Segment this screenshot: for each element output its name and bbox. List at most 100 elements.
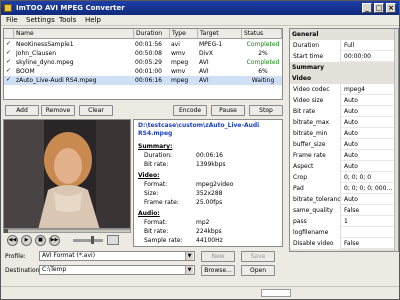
property-row[interactable]: Bit rate Auto bbox=[290, 106, 396, 117]
row-checkbox[interactable]: ✓ bbox=[6, 59, 12, 65]
header-type[interactable]: Type bbox=[170, 29, 198, 39]
property-row[interactable]: bitrate_tolerance Auto bbox=[290, 194, 396, 205]
volume-slider[interactable] bbox=[73, 236, 103, 244]
header-status[interactable]: Status bbox=[242, 29, 282, 39]
property-row[interactable]: logfilename bbox=[290, 227, 396, 238]
property-key: same_quality bbox=[290, 205, 341, 216]
section-title: Audio bbox=[290, 249, 396, 251]
profile-select[interactable]: AVI Format (*.avi) ▼ bbox=[39, 251, 195, 261]
property-value[interactable]: Auto bbox=[342, 117, 396, 128]
property-row[interactable]: bitrate_max Auto bbox=[290, 117, 396, 128]
property-key: bitrate_min bbox=[290, 128, 341, 139]
property-value[interactable]: 0; 0; 0; 0 bbox=[342, 172, 396, 183]
property-value[interactable]: Auto bbox=[342, 161, 396, 172]
properties-panel[interactable]: General Duration Full Start time 00:00:00 Sum… bbox=[289, 28, 399, 252]
table-row[interactable]: ✓ John_Clausen 00:50:08 wmv DivX 2% bbox=[4, 49, 282, 58]
chevron-down-icon[interactable]: ▼ bbox=[185, 252, 193, 260]
play-icon[interactable]: ▶ bbox=[21, 235, 32, 246]
property-row[interactable]: Duration Full bbox=[290, 40, 396, 51]
seek-bar[interactable] bbox=[3, 229, 131, 233]
destination-value: C:\Temp bbox=[42, 266, 67, 273]
stop-button[interactable]: Stop bbox=[249, 105, 283, 116]
volume-handle[interactable] bbox=[91, 236, 94, 244]
audio-samplerate-label: Sample rate: bbox=[144, 237, 183, 244]
property-row[interactable]: Video codec mpeg4 bbox=[290, 84, 396, 95]
row-type: wmv bbox=[171, 50, 186, 57]
minimize-icon[interactable]: _ bbox=[362, 3, 372, 13]
property-section[interactable]: Video bbox=[290, 73, 396, 84]
property-row[interactable]: Start time 00:00:00 bbox=[290, 51, 396, 62]
property-row[interactable]: bitrate_min Auto bbox=[290, 128, 396, 139]
property-row[interactable]: Pad 0; 0; 0; 0; 000... bbox=[290, 183, 396, 194]
property-value[interactable]: Auto bbox=[342, 106, 396, 117]
row-checkbox[interactable]: ✓ bbox=[6, 50, 12, 56]
property-row[interactable]: buffer_size Auto bbox=[290, 139, 396, 150]
properties-scrollbar[interactable] bbox=[394, 29, 398, 251]
add-button[interactable]: Add bbox=[5, 105, 39, 116]
property-value[interactable]: Auto bbox=[342, 150, 396, 161]
property-value[interactable]: Auto bbox=[342, 194, 396, 205]
property-value[interactable]: Auto bbox=[342, 139, 396, 150]
property-value[interactable]: 0; 0; 0; 0; 000... bbox=[342, 183, 396, 194]
property-row[interactable]: Crop 0; 0; 0; 0 bbox=[290, 172, 396, 183]
row-checkbox[interactable]: ✓ bbox=[6, 77, 12, 83]
menu-settings[interactable]: Settings bbox=[26, 16, 55, 24]
property-key: Pad bbox=[290, 183, 341, 194]
property-row[interactable]: pass 1 bbox=[290, 216, 396, 227]
menu-help[interactable]: Help bbox=[85, 16, 101, 24]
property-value[interactable]: 00:00:00 bbox=[342, 51, 396, 62]
row-name: John_Clausen bbox=[16, 50, 57, 57]
property-value[interactable]: 1 bbox=[342, 216, 396, 227]
property-value[interactable]: Auto bbox=[342, 95, 396, 106]
close-icon[interactable]: × bbox=[386, 3, 396, 13]
destination-input[interactable]: C:\Temp ▼ bbox=[39, 265, 195, 275]
property-key: buffer_size bbox=[290, 139, 341, 150]
remove-button[interactable]: Remove bbox=[41, 105, 75, 116]
menu-file[interactable]: File bbox=[6, 16, 18, 24]
pause-button[interactable]: Pause bbox=[211, 105, 245, 116]
property-value[interactable]: Auto bbox=[342, 128, 396, 139]
rewind-icon[interactable]: ◀◀ bbox=[7, 235, 18, 246]
title-bar[interactable]: ImTOO AVI MPEG Converter _ □ × bbox=[1, 1, 399, 15]
open-button[interactable]: Open bbox=[241, 265, 275, 276]
property-key: pass bbox=[290, 216, 341, 227]
property-row[interactable]: same_quality False bbox=[290, 205, 396, 216]
chevron-down-icon[interactable]: ▼ bbox=[185, 266, 193, 274]
fast-forward-icon[interactable]: ▶▶ bbox=[49, 235, 60, 246]
property-value[interactable]: Full bbox=[342, 40, 396, 51]
save-button[interactable]: Save bbox=[241, 251, 275, 262]
property-key: Start time bbox=[290, 51, 341, 62]
table-row[interactable]: ✓ skyline_dyno.mpeg 00:05:29 mpeg AVI Complet… bbox=[4, 58, 282, 67]
maximize-icon[interactable]: □ bbox=[374, 3, 384, 13]
property-value[interactable] bbox=[342, 227, 396, 238]
property-section[interactable]: General bbox=[290, 29, 396, 40]
property-row[interactable]: Aspect Auto bbox=[290, 161, 396, 172]
stop-icon[interactable]: ■ bbox=[35, 235, 46, 246]
property-value[interactable]: False bbox=[342, 205, 396, 216]
header-target[interactable]: Target bbox=[198, 29, 242, 39]
browse-button[interactable]: Browse... bbox=[201, 265, 235, 276]
property-row[interactable]: Frame rate Auto bbox=[290, 150, 396, 161]
property-key: Frame rate bbox=[290, 150, 341, 161]
property-row[interactable]: Disable video False bbox=[290, 238, 396, 249]
property-section[interactable]: Audio bbox=[290, 249, 396, 251]
table-row[interactable]: ✓ NeoKinessSample1 00:01:56 avi MPEG-1 Comple… bbox=[4, 40, 282, 49]
row-type: mpeg bbox=[171, 77, 189, 84]
table-row[interactable]: ✓ zAuto_Live-Audi RS4.mpeg 00:06:16 mpeg AVI… bbox=[4, 76, 282, 85]
file-list[interactable]: Name Duration Type Target Status ✓ NeoKin… bbox=[3, 28, 283, 100]
header-name[interactable]: Name bbox=[14, 29, 134, 39]
header-duration[interactable]: Duration bbox=[134, 29, 170, 39]
snapshot-icon[interactable] bbox=[107, 235, 119, 245]
row-checkbox[interactable]: ✓ bbox=[6, 41, 12, 47]
clear-button[interactable]: Clear bbox=[79, 105, 113, 116]
property-value[interactable]: False bbox=[342, 238, 396, 249]
new-button[interactable]: New bbox=[201, 251, 235, 262]
property-value[interactable]: mpeg4 bbox=[342, 84, 396, 95]
row-checkbox[interactable]: ✓ bbox=[6, 68, 12, 74]
property-row[interactable]: Video size Auto bbox=[290, 95, 396, 106]
menu-tools[interactable]: Tools bbox=[59, 16, 76, 24]
encode-button[interactable]: Encode bbox=[173, 105, 207, 116]
property-section[interactable]: Summary bbox=[290, 62, 396, 73]
table-row[interactable]: ✓ BOOM 00:01:00 wmv AVI 6% bbox=[4, 67, 282, 76]
seek-handle[interactable] bbox=[4, 229, 8, 233]
